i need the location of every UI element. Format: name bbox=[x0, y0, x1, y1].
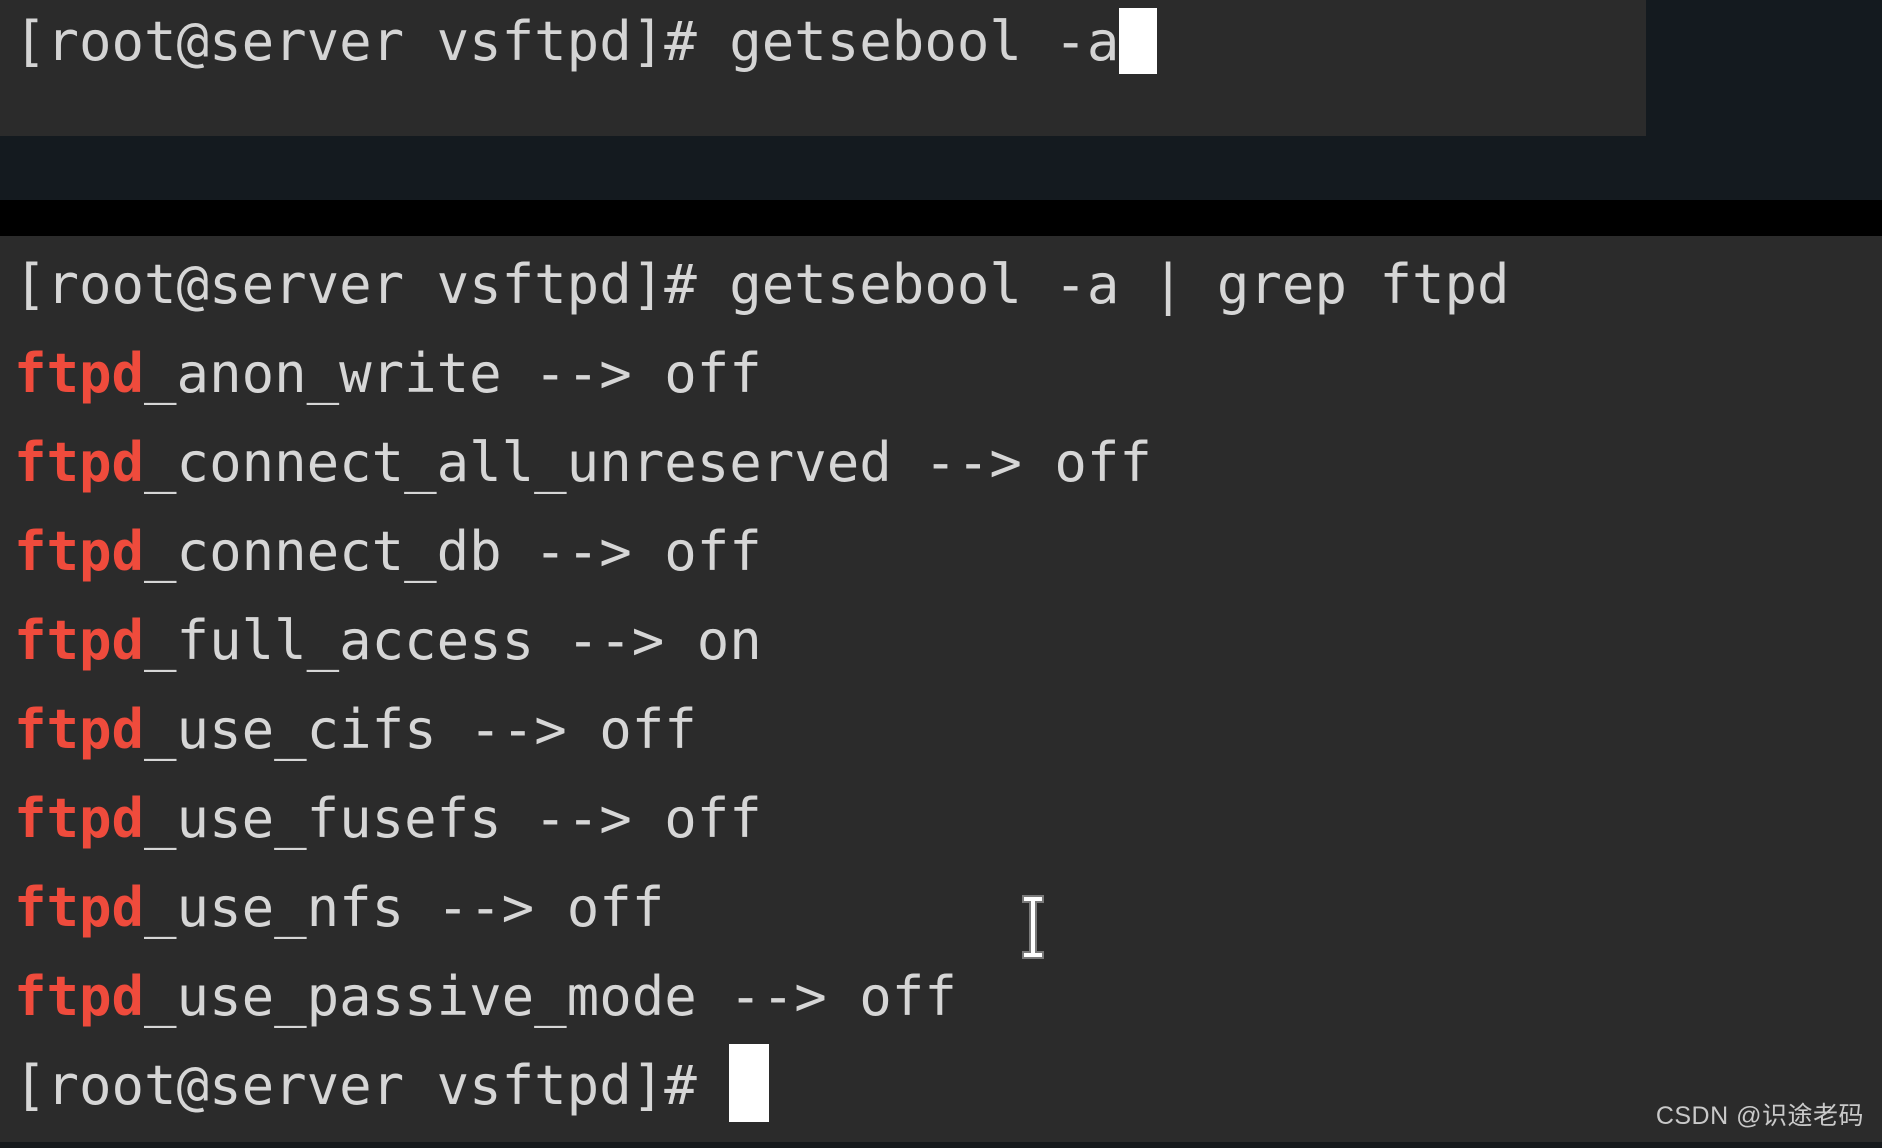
prompt-string: [root@server vsftpd]# bbox=[14, 253, 730, 316]
output-row: ftpd_use_cifs --> off bbox=[14, 685, 1882, 774]
arrow-separator: --> bbox=[501, 787, 665, 850]
boolean-name: _use_nfs bbox=[144, 876, 405, 939]
boolean-value: on bbox=[696, 609, 762, 672]
boolean-value: off bbox=[664, 787, 762, 850]
boolean-value: off bbox=[1054, 431, 1152, 494]
output-row: ftpd_use_passive_mode --> off bbox=[14, 952, 1882, 1041]
top-prompt: [root@server vsftpd]# bbox=[14, 10, 730, 73]
boolean-name: _connect_all_unreserved bbox=[144, 431, 892, 494]
grep-match: ftpd bbox=[14, 698, 145, 761]
arrow-separator: --> bbox=[696, 965, 860, 1028]
boolean-name: _connect_db bbox=[144, 520, 502, 583]
output-row: ftpd_connect_db --> off bbox=[14, 507, 1882, 596]
boolean-name: _use_passive_mode bbox=[144, 965, 697, 1028]
arrow-separator: --> bbox=[891, 431, 1055, 494]
block-cursor-icon bbox=[729, 1044, 770, 1122]
top-command-text: getsebool -a bbox=[729, 10, 1120, 73]
boolean-value: off bbox=[566, 876, 665, 939]
separator-band bbox=[0, 200, 1882, 236]
main-terminal-panel[interactable]: [root@server vsftpd]# getsebool -a | gre… bbox=[0, 236, 1882, 1142]
boolean-name: _anon_write bbox=[144, 342, 502, 405]
grep-match: ftpd bbox=[14, 342, 145, 405]
final-prompt-line: [root@server vsftpd]# bbox=[14, 1041, 1882, 1130]
boolean-value: off bbox=[859, 965, 957, 1028]
grep-match: ftpd bbox=[14, 609, 145, 672]
output-row: ftpd_use_fusefs --> off bbox=[14, 774, 1882, 863]
arrow-separator: --> bbox=[501, 342, 665, 405]
command-text: getsebool -a | grep ftpd bbox=[729, 253, 1510, 316]
arrow-separator: --> bbox=[534, 609, 697, 672]
top-command-line: [root@server vsftpd]# getsebool -a bbox=[14, 0, 1158, 86]
arrow-separator: --> bbox=[501, 520, 665, 583]
block-cursor-icon bbox=[1119, 8, 1158, 74]
prompt-string: [root@server vsftpd]# bbox=[14, 1054, 730, 1117]
grep-match: ftpd bbox=[14, 965, 145, 1028]
grep-match: ftpd bbox=[14, 431, 145, 494]
screenshot-root: [root@server vsftpd]# getsebool -a [root… bbox=[0, 0, 1882, 1148]
top-terminal-fragment[interactable]: [root@server vsftpd]# getsebool -a bbox=[0, 0, 1646, 136]
command-line: [root@server vsftpd]# getsebool -a | gre… bbox=[14, 240, 1882, 329]
grep-match: ftpd bbox=[14, 520, 145, 583]
csdn-watermark: CSDN @识途老码 bbox=[1655, 1102, 1864, 1130]
grep-match: ftpd bbox=[14, 787, 145, 850]
boolean-name: _use_cifs bbox=[144, 698, 437, 761]
boolean-value: off bbox=[664, 342, 762, 405]
boolean-value: off bbox=[599, 698, 697, 761]
bottom-edge-strip bbox=[0, 1142, 1882, 1148]
output-row: ftpd_anon_write --> off bbox=[14, 329, 1882, 418]
output-row: ftpd_full_access --> on bbox=[14, 596, 1882, 685]
boolean-name: _use_fusefs bbox=[144, 787, 502, 850]
boolean-name: _full_access bbox=[144, 609, 535, 672]
grep-match: ftpd bbox=[14, 876, 145, 939]
output-row: ftpd_connect_all_unreserved --> off bbox=[14, 418, 1882, 507]
output-row: ftpd_use_nfs --> off bbox=[14, 863, 1882, 952]
boolean-value: off bbox=[664, 520, 762, 583]
arrow-separator: --> bbox=[436, 698, 600, 761]
arrow-separator: --> bbox=[404, 876, 567, 939]
terminal-output: [root@server vsftpd]# getsebool -a | gre… bbox=[14, 240, 1882, 1130]
